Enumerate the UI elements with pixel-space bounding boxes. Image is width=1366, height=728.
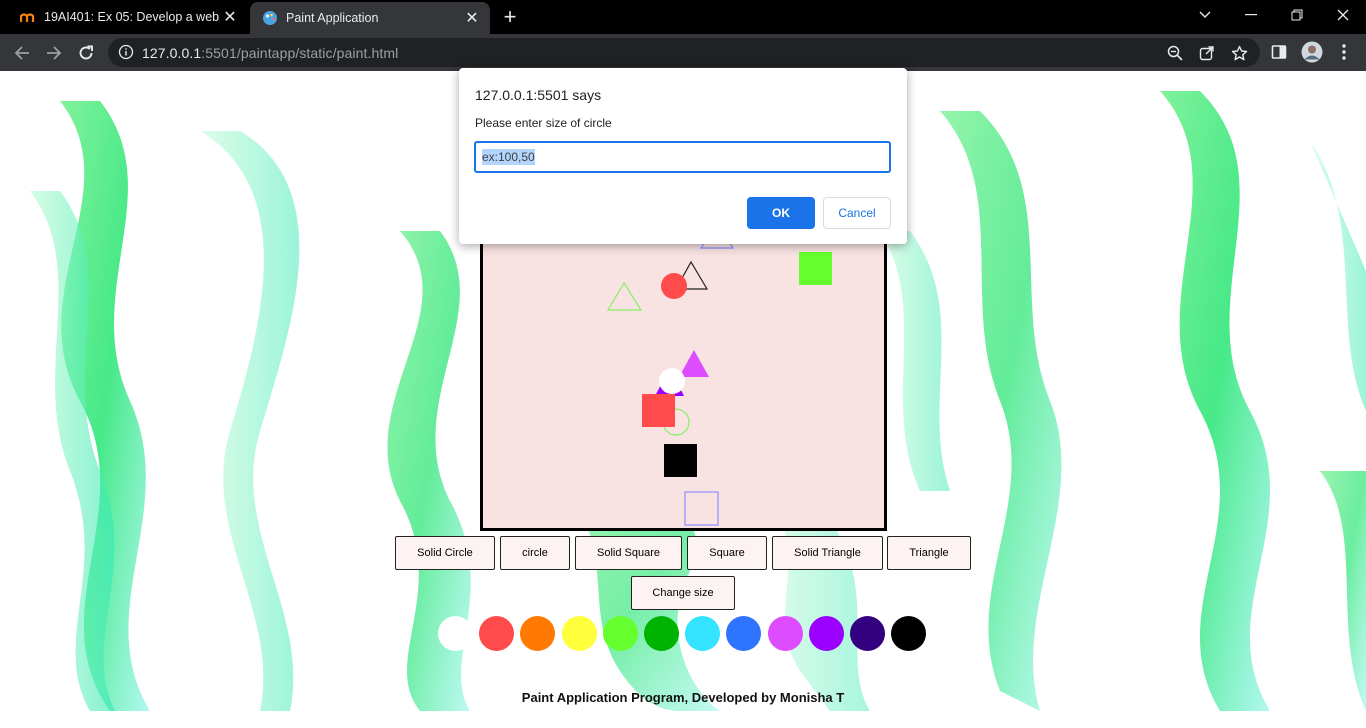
share-icon[interactable] [1198, 44, 1216, 62]
color-swatch[interactable] [520, 616, 555, 651]
size-input-value: ex:100,50 [482, 149, 535, 165]
paint-palette-icon [262, 10, 278, 26]
color-swatch[interactable] [562, 616, 597, 651]
square-button[interactable]: Square [687, 536, 767, 570]
dialog-message: Please enter size of circle [475, 116, 612, 130]
tab-paint-application[interactable]: Paint Application ✕ [250, 2, 490, 34]
close-icon[interactable]: ✕ [462, 8, 482, 28]
color-swatch[interactable] [850, 616, 885, 651]
side-panel-icon[interactable] [1266, 39, 1292, 65]
solid-square-button[interactable]: Solid Square [575, 536, 682, 570]
new-tab-button[interactable]: + [498, 4, 522, 29]
chevron-down-icon[interactable] [1182, 0, 1228, 30]
color-swatch[interactable] [438, 616, 473, 651]
footer-credit: Paint Application Program, Developed by … [521, 690, 845, 705]
close-icon[interactable]: ✕ [220, 7, 240, 27]
change-size-button[interactable]: Change size [631, 576, 735, 610]
address-bar[interactable]: 127.0.0.1:5501/paintapp/static/paint.htm… [108, 38, 1260, 67]
bookmark-star-icon[interactable] [1230, 44, 1248, 62]
prompt-dialog: 127.0.0.1:5501 says Please enter size of… [459, 68, 907, 244]
window-controls [1182, 0, 1366, 30]
ok-button[interactable]: OK [747, 197, 815, 229]
tab-bar: 19AI401: Ex 05: Develop a webpa ✕ Paint … [0, 0, 1366, 34]
solid-square-black [664, 444, 697, 477]
profile-avatar[interactable] [1299, 39, 1325, 65]
url-text: 127.0.0.1:5501/paintapp/static/paint.htm… [142, 45, 399, 61]
browser-toolbar: 127.0.0.1:5501/paintapp/static/paint.htm… [0, 34, 1366, 71]
color-swatch[interactable] [685, 616, 720, 651]
solid-triangle-button[interactable]: Solid Triangle [772, 536, 883, 570]
minimize-icon[interactable] [1228, 0, 1274, 30]
triangle-button[interactable]: Triangle [887, 536, 971, 570]
color-swatch[interactable] [603, 616, 638, 651]
tab-title: 19AI401: Ex 05: Develop a webpa [44, 10, 220, 24]
solid-triangle-pink [679, 350, 709, 377]
color-swatch[interactable] [644, 616, 679, 651]
color-swatch[interactable] [891, 616, 926, 651]
color-swatch[interactable] [809, 616, 844, 651]
circle-button[interactable]: circle [500, 536, 570, 570]
solid-circle-red [661, 273, 687, 299]
outline-square-blue [684, 491, 719, 526]
solid-circle-button[interactable]: Solid Circle [395, 536, 495, 570]
close-window-icon[interactable] [1320, 0, 1366, 30]
restore-icon[interactable] [1274, 0, 1320, 30]
dialog-title: 127.0.0.1:5501 says [475, 87, 602, 103]
size-input[interactable]: ex:100,50 [474, 141, 891, 173]
moodle-icon [20, 9, 36, 25]
site-info-icon[interactable] [118, 44, 134, 60]
zoom-icon[interactable] [1166, 44, 1184, 62]
cancel-button[interactable]: Cancel [823, 197, 891, 229]
forward-icon[interactable] [40, 39, 68, 67]
back-icon[interactable] [8, 39, 36, 67]
outline-triangle-green [606, 281, 643, 311]
solid-circle-white [659, 368, 685, 394]
tab-title: Paint Application [286, 11, 379, 25]
solid-square-green [799, 252, 832, 285]
color-swatch[interactable] [768, 616, 803, 651]
color-swatch[interactable] [479, 616, 514, 651]
reload-icon[interactable] [72, 39, 100, 67]
menu-kebab-icon[interactable] [1331, 39, 1357, 65]
solid-square-red [642, 394, 675, 427]
color-swatch[interactable] [726, 616, 761, 651]
tab-moodle[interactable]: 19AI401: Ex 05: Develop a webpa ✕ [8, 0, 248, 34]
